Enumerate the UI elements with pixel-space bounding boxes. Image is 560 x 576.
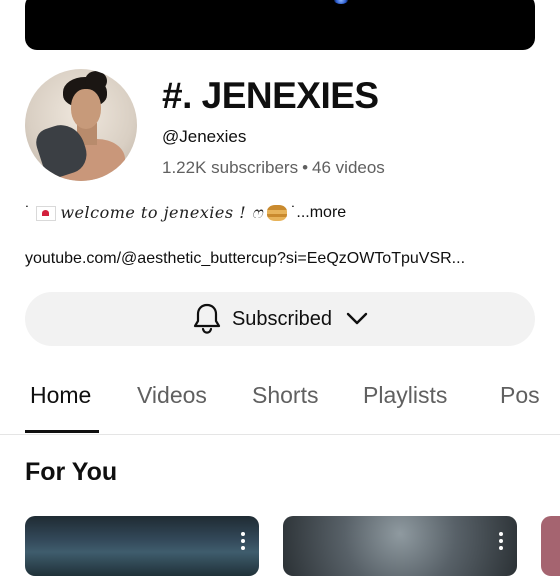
more-vert-icon[interactable] [241,532,245,550]
channel-tabs: Home Videos Shorts Playlists Pos [0,372,560,435]
tab-shorts[interactable]: Shorts [252,382,318,409]
description-text: welcome to jenexies ! ෆ [60,203,264,222]
subscribed-label: Subscribed [231,307,333,330]
description-prefix: ˙ [25,204,31,221]
envelope-heart-icon [36,205,57,221]
bell-icon [193,303,221,334]
video-thumbnail[interactable] [25,516,259,576]
tab-playlists[interactable]: Playlists [363,382,447,409]
section-title: For You [25,458,118,486]
video-count: 46 videos [312,158,385,177]
tab-videos[interactable]: Videos [137,382,207,409]
avatar-hair-bun [85,71,107,91]
channel-banner[interactable] [25,0,535,50]
channel-title: #. JENEXIES [162,75,379,116]
description-more-link[interactable]: ...more [296,201,346,225]
subscriber-count: 1.22K subscribers [162,158,299,177]
pancake-icon [267,205,288,221]
subscribed-button[interactable]: Subscribed [25,292,535,346]
active-tab-indicator [25,430,99,433]
tab-posts[interactable]: Pos [500,382,540,409]
channel-avatar[interactable] [25,69,137,181]
more-vert-icon[interactable] [499,532,503,550]
tab-home[interactable]: Home [30,382,91,409]
avatar-face [71,89,101,129]
channel-description[interactable]: ˙ welcome to jenexies ! ෆ ˙ ...more [25,201,346,225]
stats-separator: • [302,158,309,177]
channel-handle: @Jenexies [162,127,247,146]
chevron-down-icon [346,312,368,325]
channel-stats: 1.22K subscribers • 46 videos [162,157,385,179]
video-thumbnail[interactable] [541,516,560,576]
video-thumbnail[interactable] [283,516,517,576]
channel-link[interactable]: youtube.com/@aesthetic_buttercup?si=EeQz… [25,248,465,270]
